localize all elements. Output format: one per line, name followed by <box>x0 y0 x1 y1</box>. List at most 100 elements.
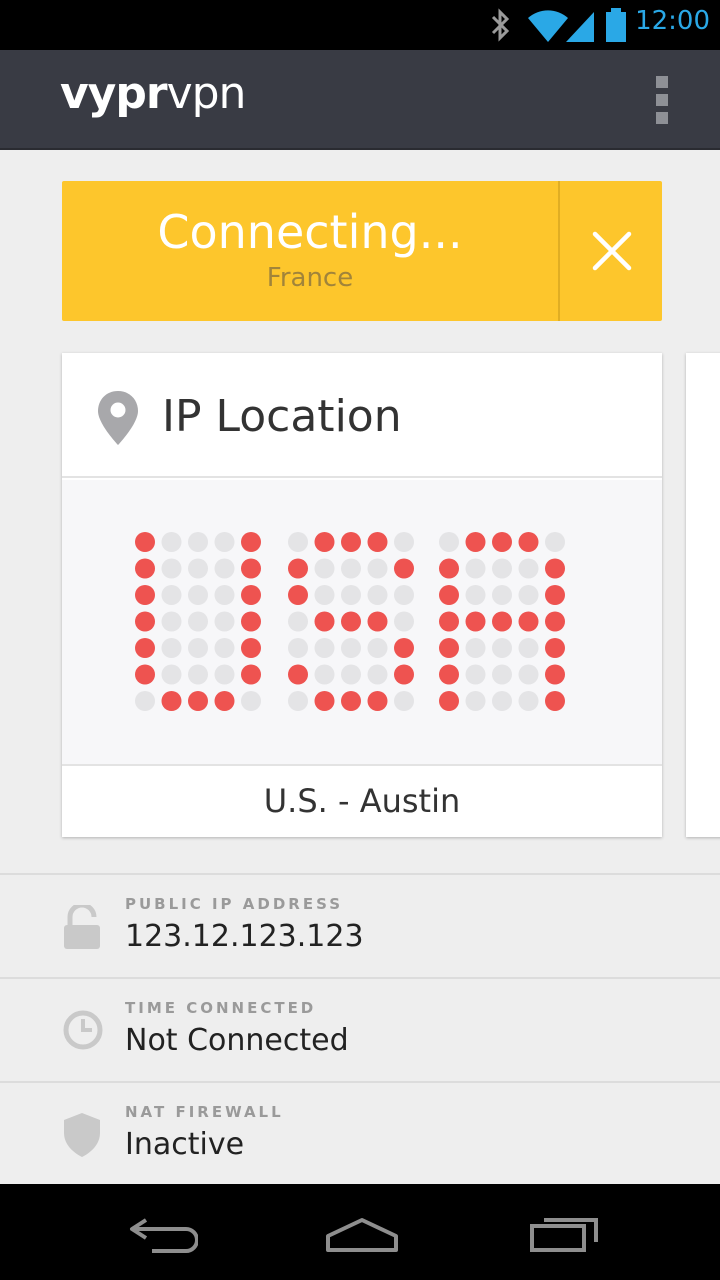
lock-icon <box>62 902 102 953</box>
matrix-dot <box>492 558 512 579</box>
matrix-dot <box>341 691 361 711</box>
logo-bold-text: vypr <box>60 68 168 119</box>
connection-banner[interactable]: Connecting... France <box>62 181 662 321</box>
matrix-dot <box>545 558 565 579</box>
matrix-dot <box>214 611 235 632</box>
matrix-dot <box>367 691 388 711</box>
matrix-dot <box>188 532 208 552</box>
app-logo: vyprvpn <box>60 68 247 119</box>
matrix-dot <box>314 585 335 605</box>
matrix-dot <box>518 691 539 711</box>
matrix-dot <box>518 558 539 579</box>
matrix-dot <box>545 611 565 632</box>
shield-icon <box>62 1113 102 1161</box>
info-value: 123.12.123.123 <box>125 919 364 954</box>
matrix-dot <box>394 611 414 632</box>
matrix-dot <box>367 611 388 632</box>
matrix-dot <box>439 532 459 552</box>
matrix-dot <box>394 558 414 579</box>
home-icon[interactable] <box>324 1212 400 1260</box>
main-content: Connecting... France IP Location U.S. - … <box>0 150 720 1184</box>
matrix-dot <box>214 532 235 552</box>
matrix-dot <box>518 532 539 552</box>
matrix-dot <box>492 664 512 685</box>
matrix-dot <box>288 532 308 552</box>
overflow-menu-icon <box>656 76 668 88</box>
dot-matrix-display <box>62 480 662 764</box>
matrix-dot <box>341 558 361 579</box>
ip-location-card[interactable]: IP Location U.S. - Austin <box>62 353 662 837</box>
info-label: NAT FIREWALL <box>125 1103 284 1121</box>
matrix-dot <box>492 532 512 552</box>
matrix-dot <box>367 585 388 605</box>
system-nav-bar <box>0 1184 720 1280</box>
signal-icon <box>564 8 596 46</box>
matrix-dot <box>394 691 414 711</box>
overflow-menu-button[interactable] <box>650 76 674 124</box>
location-pin-icon <box>98 391 138 449</box>
matrix-dot <box>161 638 182 658</box>
matrix-dot <box>439 664 459 685</box>
info-row-public-ip: PUBLIC IP ADDRESS 123.12.123.123 <box>0 873 720 977</box>
matrix-dot <box>241 532 261 552</box>
matrix-dot <box>188 691 208 711</box>
matrix-dot <box>518 611 539 632</box>
matrix-dot <box>394 532 414 552</box>
matrix-dot <box>314 532 335 552</box>
matrix-dot <box>288 664 308 685</box>
matrix-dot <box>545 585 565 605</box>
matrix-dot <box>492 585 512 605</box>
matrix-dot <box>214 664 235 685</box>
matrix-dot <box>394 585 414 605</box>
matrix-dot <box>241 558 261 579</box>
matrix-dot <box>545 691 565 711</box>
matrix-dot <box>394 664 414 685</box>
matrix-dot <box>465 585 486 605</box>
matrix-dot <box>439 558 459 579</box>
connection-status: Connecting... <box>157 205 463 259</box>
matrix-dot <box>341 664 361 685</box>
matrix-dot <box>545 638 565 658</box>
matrix-dot <box>341 585 361 605</box>
matrix-dot <box>367 664 388 685</box>
matrix-dot <box>214 558 235 579</box>
matrix-dot <box>241 638 261 658</box>
matrix-dot <box>439 611 459 632</box>
matrix-dot <box>367 638 388 658</box>
matrix-dot <box>241 585 261 605</box>
info-label: PUBLIC IP ADDRESS <box>125 895 344 913</box>
matrix-dot <box>465 558 486 579</box>
matrix-dot <box>341 638 361 658</box>
matrix-dot <box>341 611 361 632</box>
cancel-connection-button[interactable] <box>558 181 662 321</box>
info-row-nat-firewall: NAT FIREWALL Inactive <box>0 1081 720 1184</box>
matrix-dot <box>492 691 512 711</box>
matrix-dot <box>241 691 261 711</box>
next-card-peek[interactable] <box>686 353 720 837</box>
clock-icon <box>62 1009 104 1055</box>
matrix-dot <box>161 558 182 579</box>
matrix-dot <box>161 664 182 685</box>
info-value: Inactive <box>125 1127 245 1162</box>
matrix-dot <box>492 638 512 658</box>
matrix-dot <box>314 611 335 632</box>
matrix-dot <box>161 611 182 632</box>
logo-light-text: vpn <box>166 68 247 119</box>
connection-country: France <box>266 263 354 293</box>
recents-icon[interactable] <box>528 1212 600 1260</box>
matrix-dot <box>314 664 335 685</box>
matrix-dot <box>314 558 335 579</box>
matrix-dot <box>545 532 565 552</box>
matrix-dot <box>545 664 565 685</box>
matrix-dot <box>188 558 208 579</box>
matrix-dot <box>135 532 155 552</box>
matrix-dot <box>288 558 308 579</box>
matrix-dot <box>135 638 155 658</box>
matrix-dot <box>439 638 459 658</box>
matrix-dot <box>341 532 361 552</box>
matrix-dot <box>367 532 388 552</box>
matrix-dot <box>492 611 512 632</box>
back-icon[interactable] <box>126 1212 199 1260</box>
matrix-dot <box>188 585 208 605</box>
matrix-dot <box>161 585 182 605</box>
